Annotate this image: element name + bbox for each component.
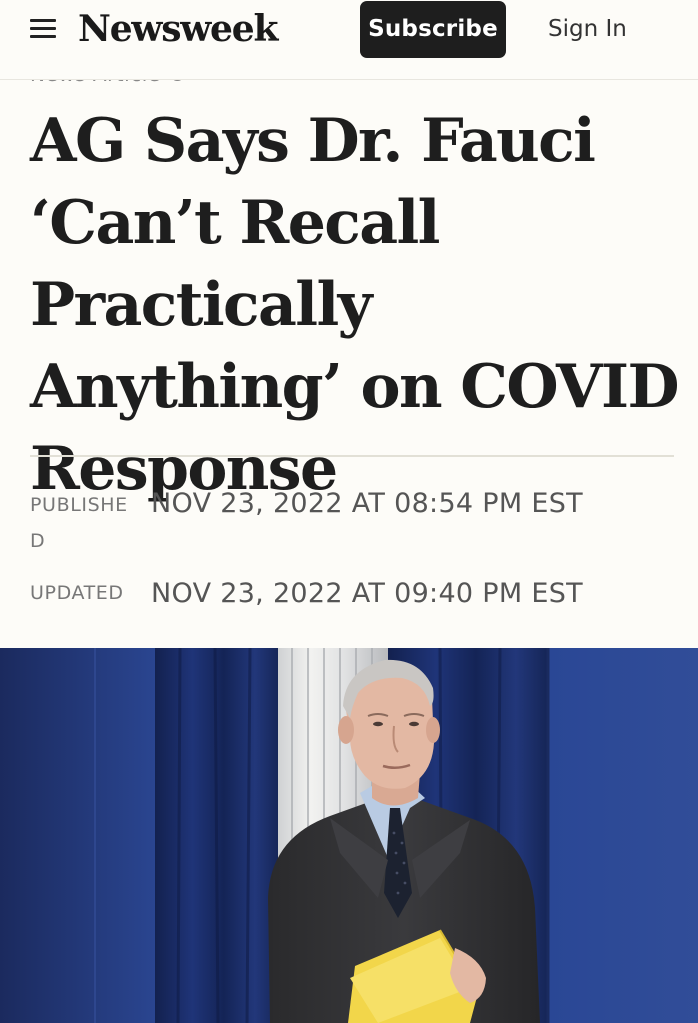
subscribe-button[interactable]: Subscribe: [360, 1, 506, 58]
published-label: PUBLISHED: [30, 494, 128, 552]
published-date: NOV 23, 2022 AT 08:54 PM EST: [151, 488, 583, 519]
site-header: Newsweek Subscribe Sign In: [0, 0, 698, 80]
updated-date: NOV 23, 2022 AT 09:40 PM EST: [151, 578, 583, 609]
newsweek-logo[interactable]: Newsweek: [78, 4, 278, 54]
hamburger-menu-icon[interactable]: [30, 17, 56, 39]
article-hero-photo: [0, 648, 698, 1023]
article-headline: AG Says Dr. Fauci ‘Can’t Recall Practica…: [30, 106, 679, 504]
updated-label: UPDATED: [30, 582, 124, 604]
sign-in-link[interactable]: Sign In: [548, 8, 627, 50]
headline-divider: [30, 455, 674, 457]
